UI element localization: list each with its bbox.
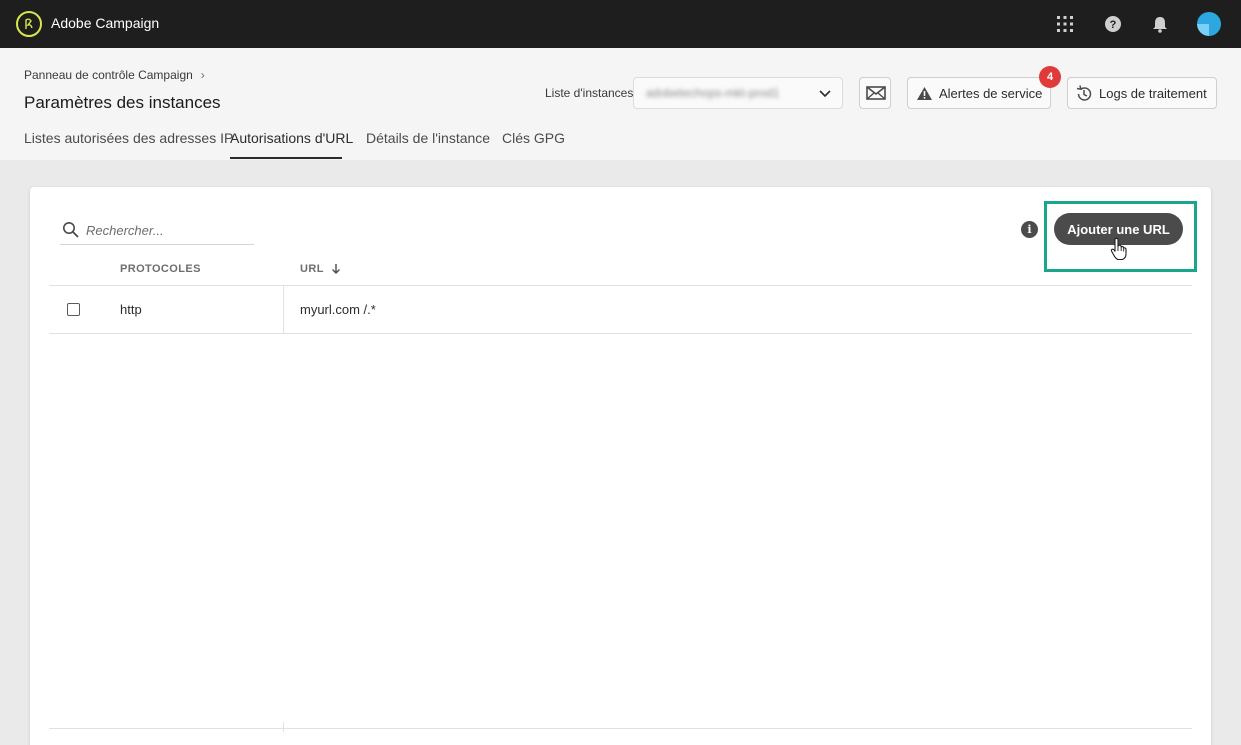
column-divider-bottom xyxy=(283,722,284,732)
url-permissions-panel: i Ajouter une URL PROTOCOLES URL http my… xyxy=(30,187,1211,745)
tab-instance-details[interactable]: Détails de l'instance xyxy=(366,130,490,146)
search-box[interactable] xyxy=(60,217,254,245)
instance-list-label: Liste d'instances xyxy=(545,86,634,100)
column-header-url[interactable]: URL xyxy=(300,263,324,275)
mail-icon xyxy=(866,86,886,100)
processing-logs-button[interactable]: Logs de traitement xyxy=(1067,77,1217,109)
table-footer-divider xyxy=(49,728,1192,729)
bell-icon[interactable] xyxy=(1148,12,1172,36)
apps-grid-icon[interactable] xyxy=(1053,12,1077,36)
tab-ip-allow-lists[interactable]: Listes autorisées des adresses IP xyxy=(24,130,233,146)
processing-logs-label: Logs de traitement xyxy=(1099,86,1207,101)
top-bar: Adobe Campaign ? xyxy=(0,0,1241,48)
page-title: Paramètres des instances xyxy=(24,93,221,112)
breadcrumb[interactable]: Panneau de contrôle Campaign › xyxy=(24,68,205,82)
user-avatar[interactable] xyxy=(1197,12,1221,36)
tab-gpg-keys[interactable]: Clés GPG xyxy=(502,130,565,146)
column-divider xyxy=(283,285,284,333)
sort-descending-icon[interactable] xyxy=(330,262,342,276)
chevron-down-icon xyxy=(819,90,831,98)
url-cell: myurl.com /.* xyxy=(300,302,376,317)
campaign-logo-icon xyxy=(25,18,33,29)
chevron-right-icon: › xyxy=(200,68,205,82)
search-input[interactable] xyxy=(86,219,246,241)
protocol-cell: http xyxy=(120,302,142,317)
table-header-divider xyxy=(49,285,1192,286)
hand-cursor-icon xyxy=(1110,237,1127,261)
adobe-campaign-logo[interactable] xyxy=(16,11,42,37)
service-alerts-label: Alertes de service xyxy=(939,86,1043,101)
active-tab-indicator xyxy=(230,157,342,159)
help-icon[interactable]: ? xyxy=(1101,12,1125,36)
email-button[interactable] xyxy=(859,77,891,109)
breadcrumb-link[interactable]: Panneau de contrôle Campaign xyxy=(24,68,193,82)
svg-text:?: ? xyxy=(1110,19,1117,31)
search-icon xyxy=(63,222,79,238)
column-header-protocols[interactable]: PROTOCOLES xyxy=(120,263,201,275)
page-header: Panneau de contrôle Campaign › Paramètres… xyxy=(0,48,1241,160)
row-checkbox[interactable] xyxy=(67,303,80,316)
app-title: Adobe Campaign xyxy=(51,15,160,31)
history-icon xyxy=(1076,85,1092,101)
instance-select-value: adobetechops-mkt-prod1 xyxy=(646,86,780,100)
info-icon[interactable]: i xyxy=(1021,221,1038,238)
instance-select[interactable]: adobetechops-mkt-prod1 xyxy=(633,77,843,109)
warning-icon xyxy=(917,87,932,100)
service-alerts-button[interactable]: Alertes de service xyxy=(907,77,1051,109)
table-row-divider xyxy=(49,333,1192,334)
tab-url-permissions[interactable]: Autorisations d'URL xyxy=(230,130,353,146)
alerts-count-badge: 4 xyxy=(1039,66,1061,88)
